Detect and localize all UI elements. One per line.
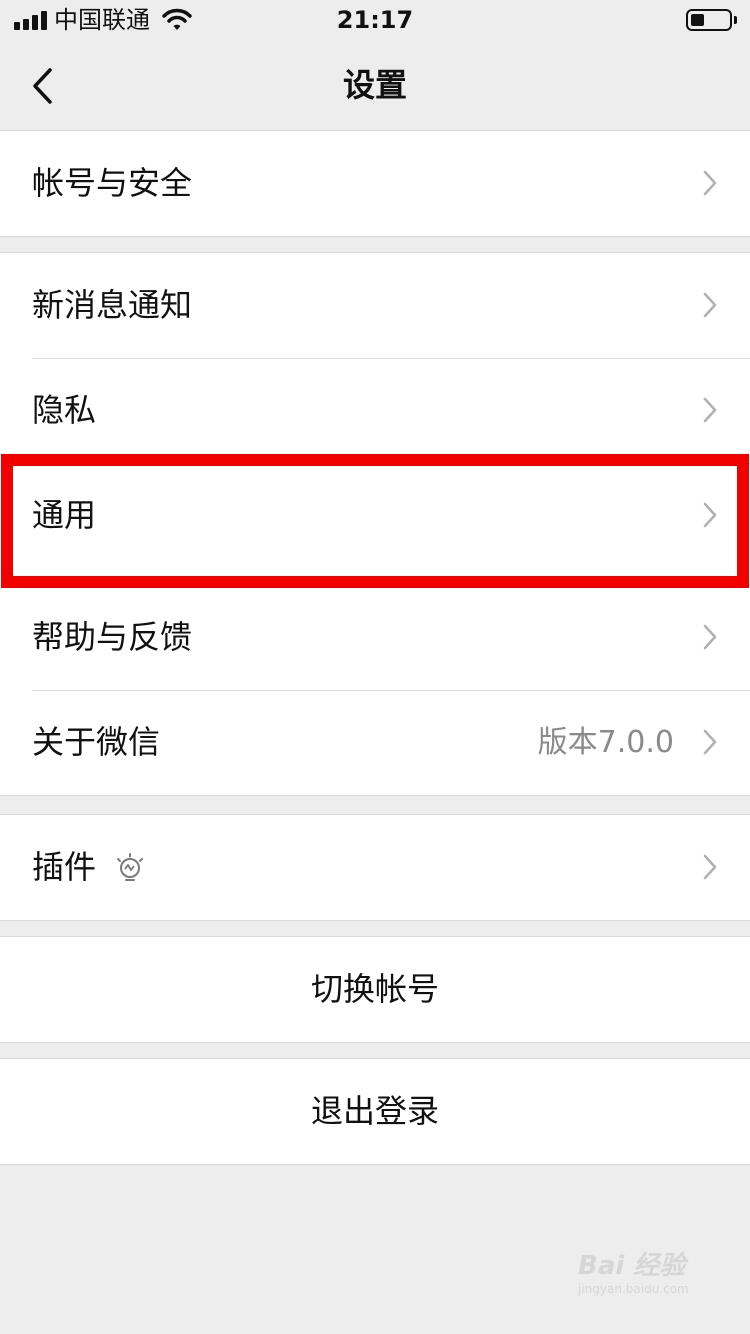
settings-item-help-feedback[interactable]: 帮助与反馈 xyxy=(0,585,750,690)
baidu-jingyan-watermark: Bai 经验 jingyan.baidu.com xyxy=(578,1250,728,1320)
chevron-right-icon xyxy=(703,624,717,650)
settings-item-notifications[interactable]: 新消息通知 xyxy=(0,253,750,358)
chevron-right-icon xyxy=(703,170,717,196)
settings-item-label: 隐私 xyxy=(32,391,97,429)
switch-account-group: 切换帐号 xyxy=(0,936,750,1043)
chevron-right-icon xyxy=(703,502,717,528)
settings-group-plugins: 插件 xyxy=(0,814,750,921)
status-bar: 中国联通 21:17 xyxy=(0,0,750,40)
chevron-right-icon xyxy=(703,397,717,423)
status-time: 21:17 xyxy=(336,6,414,34)
logout-button[interactable]: 退出登录 xyxy=(0,1059,750,1164)
settings-item-label: 关于微信 xyxy=(32,723,161,761)
settings-item-privacy[interactable]: 隐私 xyxy=(0,358,750,463)
settings-item-general[interactable]: 通用 xyxy=(0,463,750,568)
settings-item-label: 通用 xyxy=(32,496,97,534)
battery-cap xyxy=(734,16,737,24)
page-title: 设置 xyxy=(342,66,407,104)
settings-item-label: 帐号与安全 xyxy=(32,164,193,202)
navigation-bar: 设置 xyxy=(0,40,750,130)
chevron-right-icon xyxy=(703,854,717,880)
battery-icon xyxy=(686,9,732,31)
watermark-url-text: jingyan.baidu.com xyxy=(578,1282,689,1296)
settings-item-label: 帮助与反馈 xyxy=(32,618,193,656)
logout-group: 退出登录 xyxy=(0,1058,750,1165)
settings-item-about[interactable]: 关于微信 版本7.0.0 xyxy=(0,690,750,795)
settings-group-account: 帐号与安全 xyxy=(0,130,750,237)
settings-item-account-security[interactable]: 帐号与安全 xyxy=(0,131,750,236)
switch-account-button[interactable]: 切换帐号 xyxy=(0,937,750,1042)
settings-group-general: 新消息通知 隐私 通用 帮助与反馈 关于微信 版本7.0.0 xyxy=(0,252,750,796)
watermark-main-text: Bai 经验 xyxy=(578,1251,686,1281)
settings-item-plugins[interactable]: 插件 xyxy=(0,815,750,920)
lightbulb-icon xyxy=(117,853,143,881)
chevron-right-icon xyxy=(703,729,717,755)
version-value: 版本7.0.0 xyxy=(537,725,674,760)
chevron-right-icon xyxy=(703,292,717,318)
settings-item-label: 插件 xyxy=(32,848,97,886)
settings-item-label: 新消息通知 xyxy=(32,286,193,324)
